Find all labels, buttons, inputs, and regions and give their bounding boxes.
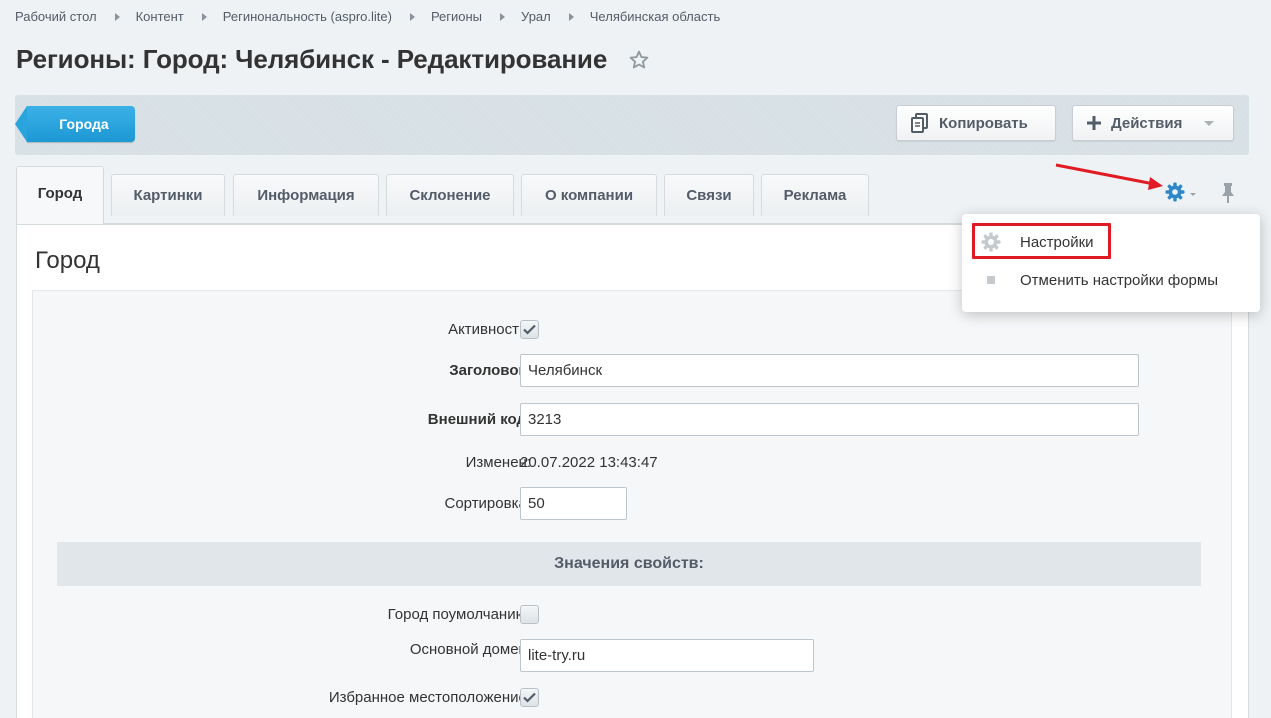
active-label: Активность: [448, 321, 531, 338]
plus-icon [1087, 116, 1101, 130]
breadcrumb-separator-icon [409, 12, 415, 21]
external-code-input[interactable]: 3213 [520, 403, 1139, 436]
breadcrumb-item-content[interactable]: Контент [136, 9, 184, 24]
breadcrumb: Рабочий стол Контент Регинональность (as… [15, 9, 720, 24]
tab-city[interactable]: Город [16, 166, 104, 224]
main-domain-label: Основной домен: [409, 641, 531, 658]
form-body: Активность: Заголовок: Челябинск Внешний… [32, 290, 1232, 718]
breadcrumb-item-regions[interactable]: Регионы [431, 9, 482, 24]
breadcrumb-separator-icon [568, 12, 574, 21]
caret-down-icon [1190, 193, 1196, 196]
tab-information[interactable]: Информация [233, 174, 379, 216]
gear-icon [1165, 182, 1185, 207]
default-city-checkbox[interactable] [520, 605, 539, 624]
settings-dropdown-menu: Настройки Отменить настройки формы [962, 214, 1260, 312]
actions-button-label: Действия [1111, 114, 1183, 132]
back-to-cities-button[interactable]: Города [15, 106, 135, 142]
breadcrumb-item-ural[interactable]: Урал [521, 9, 551, 24]
copy-icon [911, 113, 929, 133]
main-domain-input[interactable]: lite-try.ru [520, 639, 814, 672]
favorite-location-checkbox[interactable] [520, 688, 539, 707]
bullet-icon [980, 276, 1002, 284]
sort-label: Сортировка: [444, 495, 532, 512]
tab-pictures[interactable]: Картинки [111, 174, 225, 216]
menu-item-settings[interactable]: Настройки [962, 224, 1260, 260]
annotation-arrow-icon [1055, 163, 1163, 190]
sort-input[interactable]: 50 [520, 487, 627, 520]
menu-item-settings-label: Настройки [1020, 233, 1094, 251]
title-row: Регионы: Город: Челябинск - Редактирован… [16, 44, 651, 75]
title-input[interactable]: Челябинск [520, 354, 1139, 387]
breadcrumb-item-regionality[interactable]: Регинональность (aspro.lite) [223, 9, 392, 24]
tab-about-company[interactable]: О компании [521, 174, 657, 216]
breadcrumb-item-desktop[interactable]: Рабочий стол [15, 9, 97, 24]
menu-item-reset-form-settings-label: Отменить настройки формы [1020, 271, 1218, 289]
section-title: Город [35, 247, 100, 274]
title-label: Заголовок: [449, 362, 531, 379]
copy-button-label: Копировать [939, 114, 1028, 132]
chevron-down-icon [1204, 120, 1215, 126]
active-checkbox[interactable] [520, 320, 539, 339]
tab-declension[interactable]: Склонение [386, 174, 514, 216]
gear-icon [980, 232, 1002, 252]
favorite-location-label: Избранное местоположение: [328, 689, 531, 706]
external-code-label: Внешний код: [427, 411, 531, 428]
copy-button[interactable]: Копировать [896, 105, 1056, 141]
form-settings-button[interactable] [1165, 182, 1196, 207]
page-title: Регионы: Город: Челябинск - Редактирован… [16, 44, 608, 74]
tab-links[interactable]: Связи [664, 174, 754, 216]
properties-header: Значения свойств: [57, 542, 1201, 586]
breadcrumb-item-chelyabinsk-oblast[interactable]: Челябинская область [590, 9, 720, 24]
star-icon[interactable] [627, 48, 651, 72]
tab-advertising[interactable]: Реклама [761, 174, 869, 216]
default-city-label: Город поумолчанию: [387, 606, 531, 623]
breadcrumb-separator-icon [201, 12, 207, 21]
menu-item-reset-form-settings[interactable]: Отменить настройки формы [962, 262, 1260, 298]
breadcrumb-separator-icon [114, 12, 120, 21]
modified-value: 20.07.2022 13:43:47 [520, 454, 658, 471]
actions-button[interactable]: Действия [1072, 105, 1234, 141]
breadcrumb-separator-icon [500, 12, 506, 21]
pin-icon[interactable] [1220, 182, 1236, 209]
toolbar: Города Копировать Действия [15, 95, 1249, 155]
